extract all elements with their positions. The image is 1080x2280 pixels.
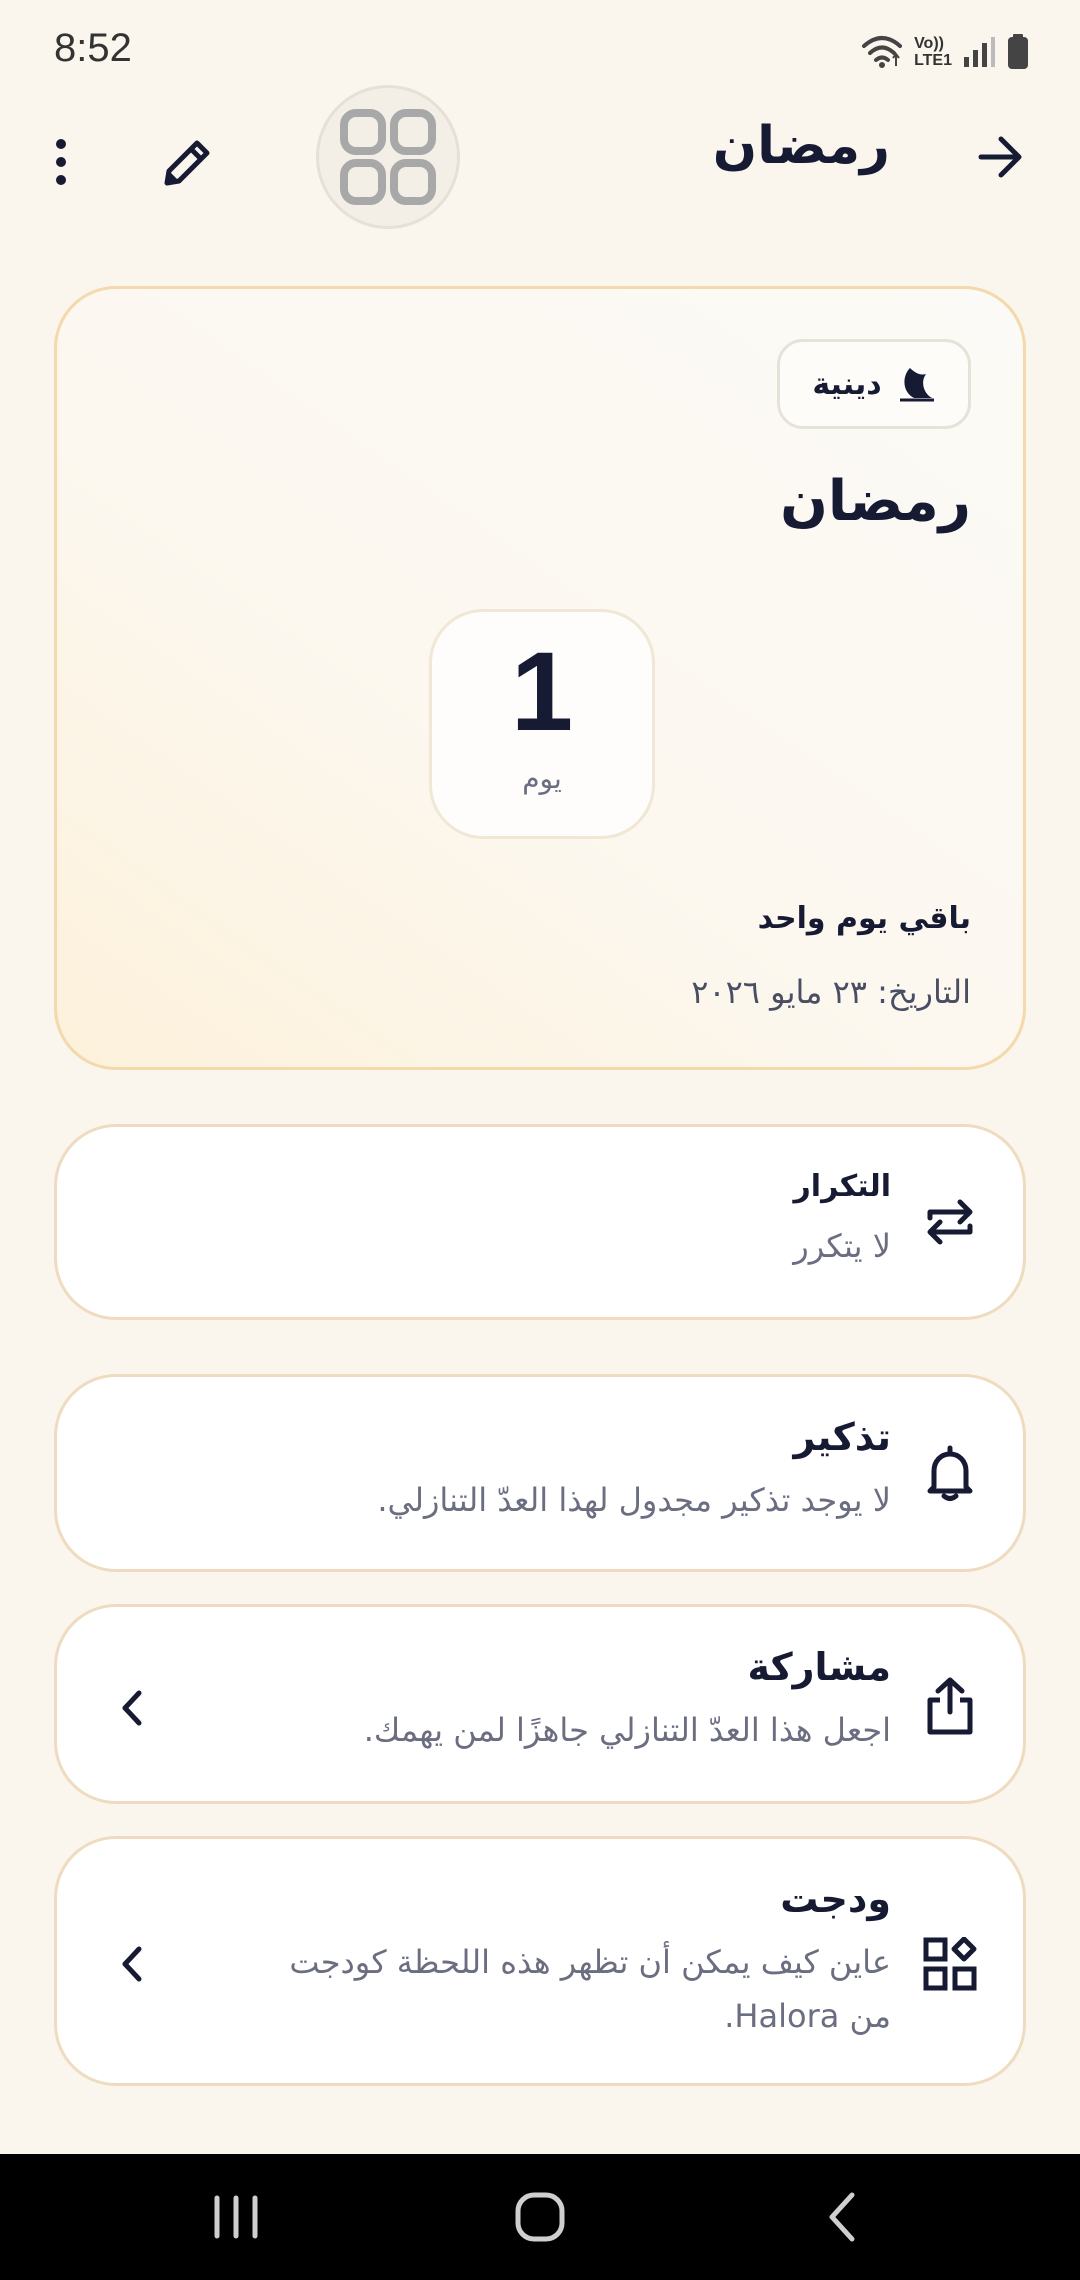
widget-title: ودجت [780,1877,891,1921]
wifi-icon [862,36,903,68]
widget-preview-button[interactable] [316,85,460,229]
reminder-subtitle: لا يوجد تذكير مجدول لهذا العدّ التنازلي. [377,1481,891,1519]
signal-icon [964,37,995,67]
battery-icon [1008,34,1028,69]
repeat-title: التكرار [793,1169,891,1204]
chevron-left-icon [107,1939,157,1989]
home-button[interactable] [490,2182,590,2252]
share-icon [915,1671,985,1741]
share-setting-card[interactable]: مشاركة اجعل هذا العدّ التنازلي جاهزًا لم… [54,1604,1026,1804]
share-subtitle: اجعل هذا العدّ التنازلي جاهزًا لمن يهمك. [363,1711,891,1749]
reminder-setting-card[interactable]: تذكير لا يوجد تذكير مجدول لهذا العدّ الت… [54,1374,1026,1572]
bell-icon [915,1439,985,1509]
countdown-hero-card: دينية رمضان 1 يوم باقي يوم واحد التاريخ:… [54,286,1026,1070]
countdown-unit: يوم [522,762,562,795]
chevron-left-icon [107,1683,157,1733]
system-nav-bar [0,2154,1080,2280]
widgets-icon [915,1929,985,1999]
recent-apps-button[interactable] [186,2182,286,2252]
widget-grid-icon [340,109,436,205]
widget-subtitle: عاين كيف يمكن أن تظهر هذه اللحظة كودجت م… [289,1943,891,2035]
recent-apps-icon [214,2195,258,2239]
repeat-setting-card[interactable]: التكرار لا يتكرر [54,1124,1026,1320]
category-label: دينية [812,366,882,402]
back-icon [829,2192,855,2242]
countdown-number: 1 [510,629,574,754]
system-back-button[interactable] [792,2182,892,2252]
countdown-counter: 1 يوم [429,609,655,839]
remaining-text: باقي يوم واحد [757,901,971,936]
top-app-bar: رمضان [0,80,1080,240]
widget-setting-card[interactable]: ودجت عاين كيف يمكن أن تظهر هذه اللحظة كو… [54,1836,1026,2086]
moon-icon [899,368,934,402]
repeat-subtitle: لا يتكرر [793,1227,891,1265]
category-badge: دينية [777,339,971,429]
share-title: مشاركة [747,1645,891,1689]
edit-pencil-icon [164,140,210,186]
repeat-icon [915,1187,985,1257]
reminder-title: تذكير [793,1415,891,1459]
more-options-button[interactable] [36,124,86,200]
event-title: رمضان [780,469,971,534]
network-type-label: Vo)) LTE1 [914,35,952,69]
edit-button[interactable] [150,124,226,200]
more-vertical-icon [56,139,66,185]
page-title: رمضان [712,116,890,176]
back-arrow-icon [978,136,1022,178]
event-date: التاريخ: ٢٣ مايو ٢٠٢٦ [691,973,971,1011]
home-icon [515,2192,565,2242]
status-icons: Vo)) LTE1 [860,30,1030,74]
back-button[interactable] [966,122,1036,192]
status-time: 8:52 [54,26,132,70]
